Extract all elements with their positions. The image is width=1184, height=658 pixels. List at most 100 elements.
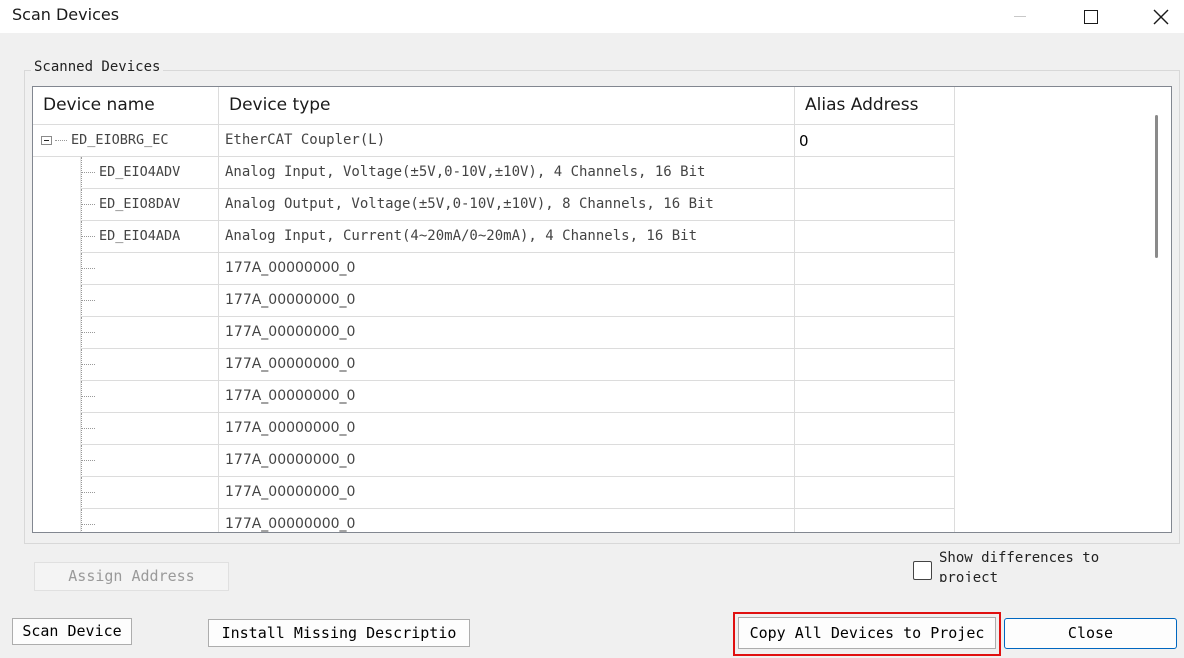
column-header-device-type[interactable]: Device type <box>219 87 795 125</box>
alias-address-cell[interactable] <box>795 509 955 532</box>
device-type-cell: 177A_00000000_0 <box>219 445 795 477</box>
device-type-cell: Analog Input, Voltage(±5V,0-10V,±10V), 4… <box>219 157 795 189</box>
maximize-icon <box>1084 9 1098 24</box>
device-name-cell <box>33 381 219 413</box>
install-missing-descriptions-button[interactable]: Install Missing Descriptio <box>208 619 470 647</box>
device-name: ED_EIO8DAV <box>99 196 181 212</box>
close-button[interactable]: Close <box>1004 618 1177 649</box>
alias-address-cell[interactable] <box>795 381 955 413</box>
close-window-button[interactable] <box>1138 0 1184 33</box>
tree-row[interactable]: 177A_00000000_0 <box>33 477 955 509</box>
alias-address-cell[interactable] <box>795 157 955 189</box>
device-type-cell: 177A_00000000_0 <box>219 381 795 413</box>
tree-row[interactable]: ED_EIO4ADV Analog Input, Voltage(±5V,0-10… <box>33 157 955 189</box>
tree-row[interactable]: ED_EIO4ADA Analog Input, Current(4~20mA/0… <box>33 221 955 253</box>
tree-connector <box>81 492 95 493</box>
tree-indent <box>33 221 81 253</box>
alias-address-cell[interactable] <box>795 477 955 509</box>
device-name-cell: ED_EIO4ADV <box>33 157 219 189</box>
tree-row[interactable]: ED_EIO8DAV Analog Output, Voltage(±5V,0-1… <box>33 189 955 221</box>
tree-indent <box>33 477 81 509</box>
tree-connector <box>81 509 82 532</box>
window-title: Scan Devices <box>12 5 120 24</box>
alias-address-cell[interactable] <box>795 285 955 317</box>
device-type-cell: 177A_00000000_0 <box>219 285 795 317</box>
alias-address-cell[interactable] <box>795 317 955 349</box>
alias-address-cell[interactable] <box>795 349 955 381</box>
maximize-button[interactable] <box>1068 0 1114 33</box>
device-name-cell <box>33 445 219 477</box>
tree-indent <box>33 413 81 445</box>
tree-indent <box>33 317 81 349</box>
tree-row[interactable]: 177A_00000000_0 <box>33 349 955 381</box>
alias-address-cell[interactable] <box>795 445 955 477</box>
tree-row[interactable]: 177A_00000000_0 <box>33 445 955 477</box>
tree-row[interactable]: 177A_00000000_0 <box>33 285 955 317</box>
scrollbar-thumb[interactable] <box>1155 115 1158 258</box>
device-type-cell: 177A_00000000_0 <box>219 509 795 532</box>
alias-address-cell[interactable]: 0 <box>795 125 955 157</box>
device-type-cell: 177A_00000000_0 <box>219 317 795 349</box>
tree-connector <box>81 460 95 461</box>
tree-connector <box>81 268 95 269</box>
tree-row[interactable]: 177A_00000000_0 <box>33 413 955 445</box>
alias-address-cell[interactable] <box>795 253 955 285</box>
tree-connector <box>81 317 82 349</box>
tree-connector <box>81 445 82 477</box>
tree-indent <box>33 381 81 413</box>
device-name: ED_EIO4ADV <box>99 164 181 180</box>
tree-row[interactable]: 177A_00000000_0 <box>33 253 955 285</box>
tree-indent <box>33 445 81 477</box>
minimize-icon <box>1014 16 1026 17</box>
device-name: ED_EIOBRG_EC <box>71 132 169 148</box>
alias-address-cell[interactable] <box>795 413 955 445</box>
tree-indent <box>33 189 81 221</box>
tree-connector <box>81 381 82 413</box>
tree-collapse-icon[interactable] <box>41 136 52 145</box>
tree-connector <box>81 364 95 365</box>
copy-all-devices-button[interactable]: Copy All Devices to Projec <box>738 617 996 649</box>
column-header-alias-address[interactable]: Alias Address <box>795 87 955 125</box>
tree-connector <box>81 236 95 237</box>
tree-indent <box>33 253 81 285</box>
device-type-cell: 177A_00000000_0 <box>219 349 795 381</box>
tree-row[interactable]: 177A_00000000_0 <box>33 509 955 532</box>
close-icon <box>1153 9 1169 24</box>
device-type-cell: 177A_00000000_0 <box>219 477 795 509</box>
tree-connector <box>81 524 95 525</box>
minimize-button[interactable] <box>997 0 1043 33</box>
alias-address-cell[interactable] <box>795 221 955 253</box>
alias-address-cell[interactable] <box>795 189 955 221</box>
tree-connector <box>81 221 82 253</box>
tree-connector <box>81 413 82 445</box>
device-type-cell: Analog Input, Current(4~20mA/0~20mA), 4 … <box>219 221 795 253</box>
tree-connector <box>81 332 95 333</box>
device-name-cell: ED_EIOBRG_EC <box>33 125 219 157</box>
tree-connector <box>55 140 67 141</box>
device-name-cell <box>33 509 219 532</box>
tree-indent <box>33 157 81 189</box>
tree-connector <box>81 172 95 173</box>
device-name-cell: ED_EIO8DAV <box>33 189 219 221</box>
tree-connector <box>81 204 95 205</box>
tree-indent <box>33 285 81 317</box>
device-name-cell <box>33 317 219 349</box>
show-differences-checkbox[interactable] <box>913 561 932 580</box>
tree-connector <box>81 428 95 429</box>
tree-indent <box>33 349 81 381</box>
show-differences-label: Show differences to project <box>939 550 1100 582</box>
group-label: Scanned Devices <box>31 59 164 75</box>
device-name-cell <box>33 477 219 509</box>
column-header-device-name[interactable]: Device name <box>33 87 219 125</box>
tree-connector <box>81 300 95 301</box>
tree-indent <box>33 509 81 532</box>
tree-connector <box>81 189 82 221</box>
device-type-cell: Analog Output, Voltage(±5V,0-10V,±10V), … <box>219 189 795 221</box>
tree-row[interactable]: 177A_00000000_0 <box>33 317 955 349</box>
tree-row-root[interactable]: ED_EIOBRG_EC EtherCAT Coupler(L) 0 <box>33 125 955 157</box>
tree-connector <box>81 157 82 189</box>
scan-device-button[interactable]: Scan Device <box>12 618 132 645</box>
tree-row[interactable]: 177A_00000000_0 <box>33 381 955 413</box>
tree-connector <box>81 349 82 381</box>
assign-address-button[interactable]: Assign Address <box>34 562 229 591</box>
